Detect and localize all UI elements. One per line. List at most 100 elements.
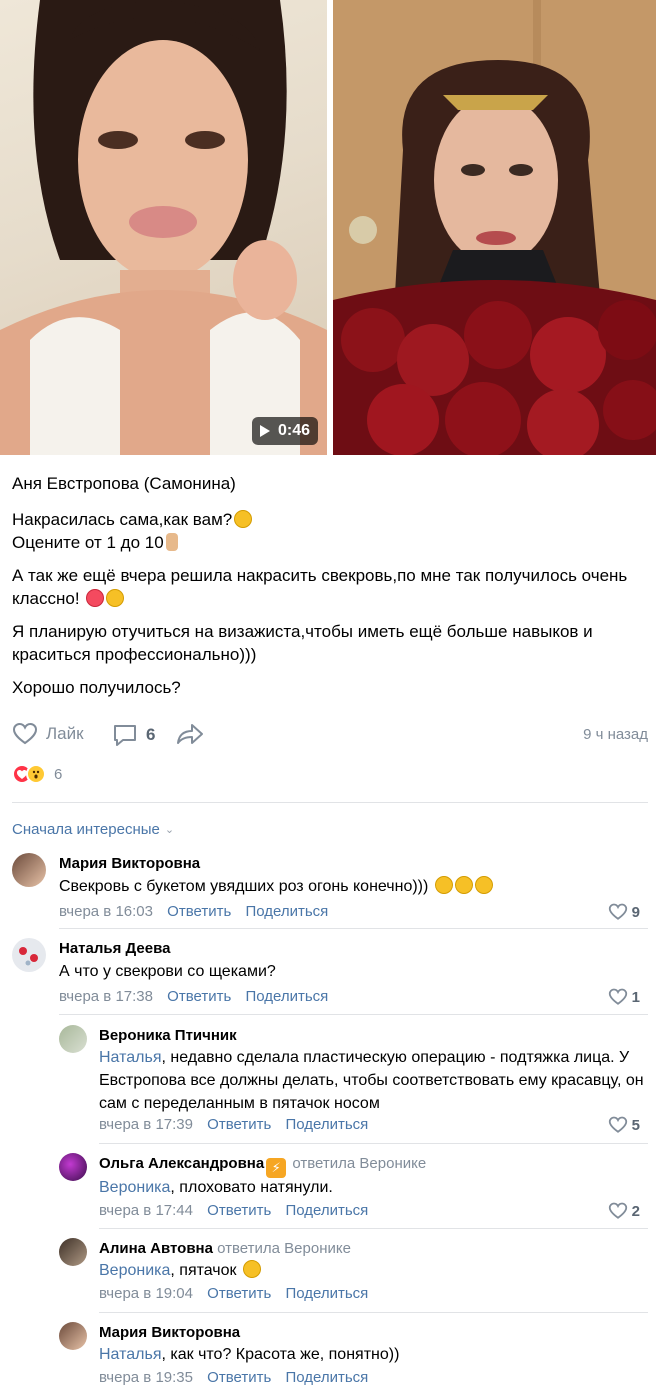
roses-portrait-illustration [333,0,656,455]
reply-item: Вероника Птичник Наталья, недавно сделал… [59,1025,648,1140]
share-link[interactable]: Поделиться [245,903,328,920]
share-link[interactable]: Поделиться [285,1116,368,1133]
divider [99,1228,648,1229]
post-line: Накрасилась сама,как вам? [12,510,233,529]
share-link[interactable]: Поделиться [285,1202,368,1219]
comment-time[interactable]: вчера в 19:04 [99,1285,193,1302]
comments-button[interactable]: 6 [112,722,155,748]
comment-text: А что у свекрови со щеками? [59,963,276,980]
reply-item: Алина Автовна ответила Веронике Вероника… [59,1238,648,1308]
heart-outline-icon [608,903,627,920]
comment-author[interactable]: Вероника Птичник [99,1027,237,1044]
replied-to-label[interactable]: ответила Веронике [292,1155,426,1172]
comment-author[interactable]: Мария Викторовна [99,1324,240,1341]
heart-outline-icon [12,722,38,745]
comment-text: Свекровь с букетом увядших роз огонь кон… [59,875,639,898]
post-media: 0:46 [0,0,656,455]
post-paragraph: Я планирую отучиться на визажиста,чтобы … [12,622,593,664]
comment-author: Алина Автовна ответила Веронике [99,1240,351,1257]
mention-link[interactable]: Наталья [99,1346,161,1363]
comment-time[interactable]: вчера в 17:38 [59,988,153,1005]
reactions-count: 6 [54,765,63,783]
comments-sort-dropdown[interactable]: Сначала интересные ⌄ [12,821,174,838]
comment-author: Ольга Александровна ⚡ ответила Веронике [99,1155,426,1178]
post-paragraph: А так же ещё вчера решила накрасить свек… [12,564,652,610]
reply-button[interactable]: Ответить [207,1285,271,1302]
divider [99,1312,648,1313]
comment-author[interactable]: Наталья Деева [59,940,170,957]
comment-meta: вчера в 19:35 Ответить Поделиться [99,1369,368,1386]
mention-link[interactable]: Наталья [99,1049,161,1066]
portrait-illustration [0,0,327,455]
comment-like-button[interactable]: 2 [608,1202,640,1220]
post-timestamp[interactable]: 9 ч назад [583,726,648,743]
mention-link[interactable]: Вероника [99,1179,170,1196]
post-line: А так же ещё вчера решила накрасить свек… [12,566,628,608]
comment-text-content: Свекровь с букетом увядших роз огонь кон… [59,878,429,895]
laughing-emoji-icon [474,876,493,894]
reply-button[interactable]: Ответить [167,988,231,1005]
reply-button[interactable]: Ответить [207,1202,271,1219]
comment-meta: вчера в 19:04 Ответить Поделиться [99,1285,368,1302]
avatar[interactable] [12,938,46,972]
comment-text: Наталья, как что? Красота же, понятно)) [99,1343,648,1366]
lightning-badge-icon: ⚡ [266,1158,287,1178]
photo-image[interactable] [333,0,656,455]
mention-link[interactable]: Вероника [99,1262,170,1279]
video-thumbnail[interactable]: 0:46 [0,0,327,455]
avatar[interactable] [59,1238,87,1266]
laughing-emoji-icon [243,1260,261,1278]
pointing-down-emoji-icon [165,533,178,551]
comment-meta: вчера в 17:39 Ответить Поделиться [99,1116,368,1133]
comment-text-content: , как что? Красота же, понятно)) [161,1346,400,1363]
comment-like-button[interactable]: 9 [608,903,640,921]
share-link[interactable]: Поделиться [245,988,328,1005]
comment-like-button[interactable]: 1 [608,988,640,1006]
share-button[interactable] [176,722,204,746]
post-author[interactable]: Аня Евстропова (Самонина) [12,474,236,494]
avatar[interactable] [12,853,46,887]
comment-meta: вчера в 17:38 Ответить Поделиться [59,988,328,1005]
comment-like-count: 9 [631,903,640,921]
avatar[interactable] [59,1322,87,1350]
like-label: Лайк [46,724,84,743]
author-name[interactable]: Алина Автовна [99,1240,213,1257]
heart-outline-icon [608,1116,627,1133]
comment-text: Вероника, плоховато натянули. [99,1176,648,1199]
comment-text-content: , плоховато натянули. [170,1179,333,1196]
heart-outline-icon [608,1202,627,1219]
comment-like-count: 1 [631,988,640,1006]
comment-icon [114,725,136,746]
laughing-emoji-icon [434,876,453,894]
comment-time[interactable]: вчера в 16:03 [59,903,153,920]
avatar[interactable] [59,1025,87,1053]
comment-text-content: , недавно сделала пластическую операцию … [99,1049,644,1112]
sort-label: Сначала интересные [12,821,160,838]
comment-time[interactable]: вчера в 17:39 [99,1116,193,1133]
reactions-summary[interactable]: 6 [12,764,62,784]
heart-outline-icon [608,988,627,1005]
play-icon [260,425,270,437]
comment-time[interactable]: вчера в 19:35 [99,1369,193,1386]
reply-button[interactable]: Ответить [207,1369,271,1386]
reply-button[interactable]: Ответить [167,903,231,920]
avatar[interactable] [59,1153,87,1181]
flushed-emoji-icon [234,510,253,528]
comments-count: 6 [146,725,156,744]
divider [12,802,648,803]
like-button[interactable]: Лайк [12,722,84,746]
reply-item: Мария Викторовна Наталья, как что? Красо… [59,1322,648,1392]
post-paragraph: Накрасилась сама,как вам? Оцените от 1 д… [12,508,652,554]
comment-like-button[interactable]: 5 [608,1116,640,1134]
comment-like-count: 2 [631,1202,640,1220]
reply-button[interactable]: Ответить [207,1116,271,1133]
comment-time[interactable]: вчера в 17:44 [99,1202,193,1219]
author-name[interactable]: Ольга Александровна [99,1155,264,1172]
heart-eyes-emoji-icon [86,589,105,607]
video-duration: 0:46 [278,422,311,439]
share-link[interactable]: Поделиться [285,1369,368,1386]
comment-author[interactable]: Мария Викторовна [59,855,200,872]
replied-to-label[interactable]: ответила Веронике [217,1240,351,1257]
comment-text: Вероника, пятачок [99,1259,648,1282]
share-link[interactable]: Поделиться [285,1285,368,1302]
